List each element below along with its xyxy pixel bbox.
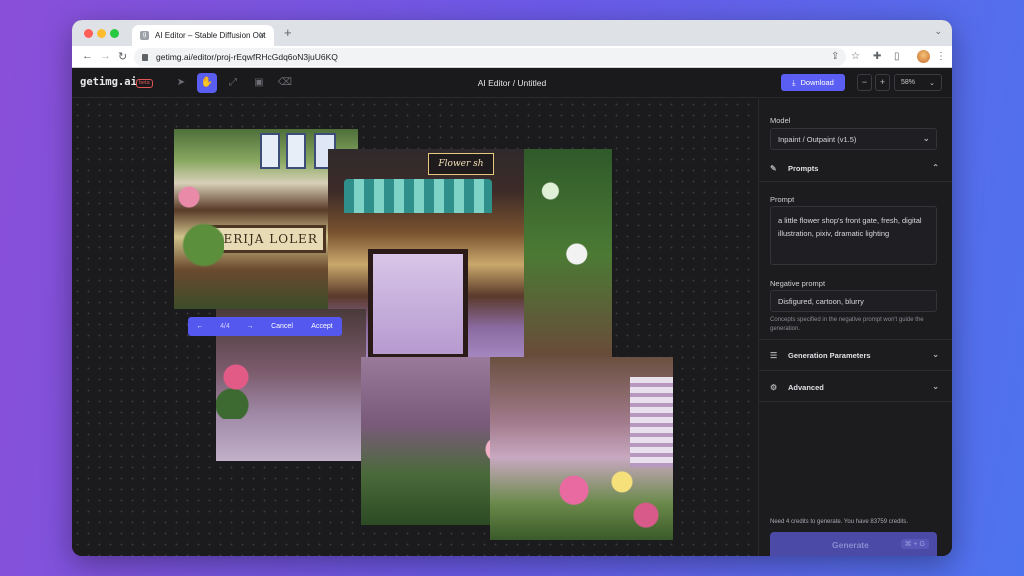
previous-variation-icon[interactable]: ← bbox=[188, 323, 212, 330]
flower-cluster bbox=[174, 149, 224, 309]
window-shape bbox=[286, 133, 306, 169]
app-header: getimg.ai beta ➤ ✋ ⤢ ▣ ⌫ AI Editor / Unt… bbox=[72, 68, 952, 98]
hanging-sign-text: Flower sh bbox=[438, 159, 484, 169]
lock-icon bbox=[142, 53, 148, 61]
profile-avatar[interactable] bbox=[917, 50, 930, 63]
zoom-out-button[interactable]: − bbox=[857, 74, 872, 91]
flower-cluster bbox=[550, 457, 670, 540]
bookmark-star-icon[interactable]: ☆ bbox=[851, 51, 860, 62]
prompts-header-label: Prompts bbox=[788, 164, 819, 173]
gear-icon: ⚙ bbox=[770, 383, 778, 392]
door-shape bbox=[368, 249, 468, 359]
advanced-label: Advanced bbox=[788, 383, 824, 392]
close-tab-icon[interactable]: ✕ bbox=[258, 30, 266, 41]
variation-toolbar: ← 4/4 → Cancel Accept bbox=[188, 317, 342, 336]
negative-prompt-hint: Concepts specified in the negative promp… bbox=[770, 317, 924, 332]
chevron-down-icon: ⌄ bbox=[929, 79, 935, 87]
accept-button[interactable]: Accept bbox=[302, 323, 342, 330]
tab-title: AI Editor – Stable Diffusion Out bbox=[155, 31, 266, 40]
download-icon: ⤓ bbox=[792, 77, 796, 87]
extensions-icon[interactable]: ✚ bbox=[873, 51, 881, 62]
generated-image-tile[interactable]: Flower sh bbox=[328, 149, 612, 359]
sidebar-icon[interactable]: ▯ bbox=[894, 51, 900, 62]
divider bbox=[759, 401, 952, 402]
browser-tab[interactable]: g AI Editor – Stable Diffusion Out ✕ bbox=[132, 25, 274, 46]
credits-text: Need 4 credits to generate. You have 837… bbox=[770, 519, 909, 525]
tab-bar: g AI Editor – Stable Diffusion Out ✕ + ⌄ bbox=[72, 20, 952, 46]
shortcut-hint: ⌘ + G bbox=[900, 539, 929, 549]
download-label: Download bbox=[800, 78, 834, 87]
generation-parameters-label: Generation Parameters bbox=[788, 351, 871, 360]
negative-prompt-value: Disfigured, cartoon, blurry bbox=[778, 297, 864, 306]
advanced-header[interactable]: ⚙ Advanced ⌄ bbox=[759, 378, 952, 398]
model-label: Model bbox=[770, 116, 791, 125]
forward-icon[interactable]: → bbox=[100, 50, 111, 62]
chevron-up-icon: ⌃ bbox=[932, 163, 939, 172]
menu-kebab-icon[interactable]: ⋮ bbox=[936, 51, 946, 62]
next-variation-icon[interactable]: → bbox=[238, 323, 262, 330]
zoom-select[interactable]: 58% ⌄ bbox=[894, 74, 942, 91]
reload-icon[interactable]: ↻ bbox=[118, 50, 127, 63]
generate-button[interactable]: Generate ⌘ + G bbox=[770, 532, 937, 556]
variation-counter: 4/4 bbox=[220, 323, 230, 330]
cancel-button[interactable]: Cancel bbox=[262, 323, 302, 330]
prompts-section-header[interactable]: ✎ Prompts ⌃ bbox=[759, 159, 952, 179]
minimize-window-button[interactable] bbox=[97, 29, 106, 38]
new-tab-button[interactable]: + bbox=[284, 25, 292, 40]
generate-label: Generate bbox=[832, 540, 869, 550]
shop-sign-text: FERIJA LOLER bbox=[214, 232, 318, 246]
divider bbox=[759, 339, 952, 340]
chevron-down-icon: ⌄ bbox=[922, 133, 930, 143]
shop-sign: FERIJA LOLER bbox=[206, 225, 326, 253]
generated-image-tile[interactable] bbox=[490, 357, 673, 540]
pencil-icon: ✎ bbox=[770, 164, 777, 173]
address-toolbar: ← → ↻ getimg.ai/editor/proj-rEqwfRHcGdq6… bbox=[72, 46, 952, 68]
prompt-label: Prompt bbox=[770, 195, 795, 204]
prompt-textarea[interactable]: a little flower shop's front gate, fresh… bbox=[770, 206, 937, 265]
address-bar[interactable]: getimg.ai/editor/proj-rEqwfRHcGdq6oN3juU… bbox=[134, 48, 846, 66]
zoom-in-button[interactable]: + bbox=[875, 74, 890, 91]
generation-parameters-header[interactable]: ☰ Generation Parameters ⌄ bbox=[759, 346, 952, 366]
download-button[interactable]: ⤓ Download bbox=[781, 74, 845, 91]
negative-prompt-label: Negative prompt bbox=[770, 279, 826, 288]
flower-cluster bbox=[216, 349, 256, 419]
flower-wall bbox=[524, 149, 612, 359]
tab-search-icon[interactable]: ⌄ bbox=[934, 26, 942, 37]
zoom-value: 58% bbox=[901, 79, 916, 86]
settings-panel: Model Inpaint / Outpaint (v1.5) ⌄ ✎ Prom… bbox=[758, 99, 952, 556]
close-window-button[interactable] bbox=[84, 29, 93, 38]
chevron-down-icon: ⌄ bbox=[932, 350, 939, 359]
divider bbox=[759, 370, 952, 371]
share-icon[interactable]: ⇪ bbox=[831, 51, 839, 62]
editor-canvas[interactable]: FERIJA LOLER Flower sh ← 4/4 → Cancel Ac… bbox=[72, 99, 758, 556]
chevron-down-icon: ⌄ bbox=[932, 382, 939, 391]
back-icon[interactable]: ← bbox=[82, 50, 93, 62]
hanging-sign: Flower sh bbox=[428, 153, 494, 175]
divider bbox=[759, 181, 952, 182]
model-select[interactable]: Inpaint / Outpaint (v1.5) ⌄ bbox=[770, 128, 937, 150]
url-text: getimg.ai/editor/proj-rEqwfRHcGdq6oN3juU… bbox=[156, 52, 338, 62]
prompt-value: a little flower shop's front gate, fresh… bbox=[778, 216, 922, 238]
favicon-icon: g bbox=[140, 31, 149, 40]
stairs-shape bbox=[630, 377, 673, 467]
browser-window: g AI Editor – Stable Diffusion Out ✕ + ⌄… bbox=[72, 20, 952, 556]
maximize-window-button[interactable] bbox=[110, 29, 119, 38]
awning-shape bbox=[344, 179, 492, 213]
model-value: Inpaint / Outpaint (v1.5) bbox=[778, 135, 857, 144]
negative-prompt-input[interactable]: Disfigured, cartoon, blurry bbox=[770, 290, 937, 312]
sliders-icon: ☰ bbox=[770, 351, 778, 360]
window-shape bbox=[260, 133, 280, 169]
